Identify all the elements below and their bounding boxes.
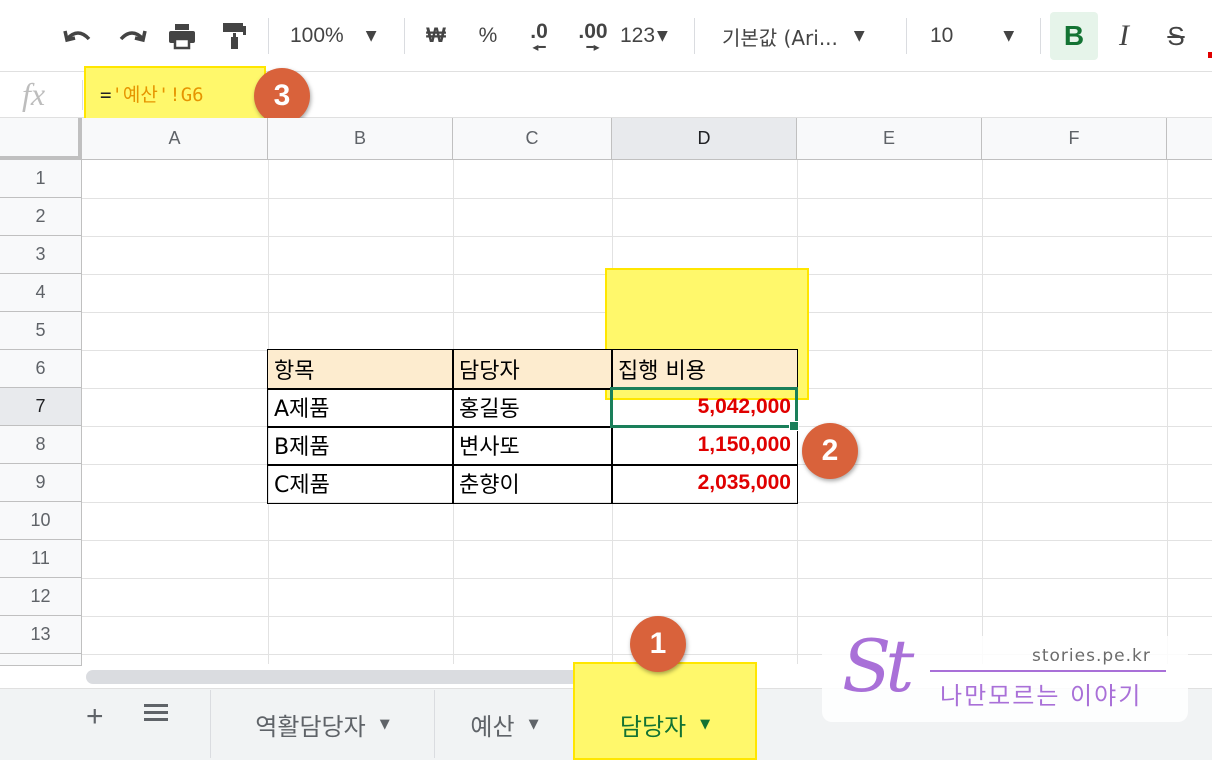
column-header-c[interactable]: C <box>453 118 612 160</box>
grid-line <box>82 502 1212 503</box>
all-sheets-icon[interactable] <box>144 704 168 728</box>
zoom-value: 100% <box>290 24 344 47</box>
row-header-14[interactable] <box>0 654 82 666</box>
chevron-down-icon: ▼ <box>700 716 711 732</box>
chevron-down-icon: ▼ <box>365 28 377 44</box>
undo-icon[interactable] <box>58 12 98 60</box>
table-cell-item[interactable]: B제품 <box>268 426 453 464</box>
chevron-down-icon: ▼ <box>657 28 668 44</box>
grid-line <box>82 578 1212 579</box>
watermark-tagline: 나만모르는 이야기 <box>940 682 1143 710</box>
chevron-down-icon: ▼ <box>1003 28 1015 44</box>
grid-line <box>82 616 1212 617</box>
column-header-f[interactable]: F <box>982 118 1167 160</box>
row-header-5[interactable]: 5 <box>0 312 82 350</box>
table-cell-cost[interactable]: 2,035,000 <box>612 464 797 502</box>
row-header-7[interactable]: 7 <box>0 388 82 426</box>
fill-handle[interactable] <box>789 421 799 431</box>
currency-format-button[interactable]: ₩ <box>418 12 454 60</box>
row-header-11[interactable]: 11 <box>0 540 82 578</box>
formula-reference: '예산'!G6 <box>111 84 204 106</box>
font-size-value: 10 <box>930 24 954 47</box>
chevron-down-icon: ▼ <box>528 716 539 732</box>
fx-icon: fx <box>22 76 46 112</box>
grid-line <box>82 540 1212 541</box>
table-header-owner[interactable]: 담당자 <box>453 350 612 388</box>
arrow-left-icon: ◂━ <box>532 40 546 54</box>
select-all-corner[interactable] <box>0 118 82 160</box>
step-badge-2: 2 <box>802 423 858 479</box>
text-color-indicator <box>1208 52 1212 58</box>
column-header-e[interactable]: E <box>797 118 982 160</box>
sheet-tab-label: 역활담당자 <box>255 712 366 741</box>
grid-line <box>82 236 1212 237</box>
grid-line <box>82 198 1212 199</box>
row-header-2[interactable]: 2 <box>0 198 82 236</box>
toolbar-divider <box>1040 18 1041 54</box>
formula-divider <box>82 80 83 110</box>
watermark-url: stories.pe.kr <box>1032 646 1151 666</box>
row-header-1[interactable]: 1 <box>0 160 82 198</box>
row-header-10[interactable]: 10 <box>0 502 82 540</box>
decrease-decimal-button[interactable]: .0 ◂━ <box>516 12 562 60</box>
row-header-4[interactable]: 4 <box>0 274 82 312</box>
toolbar: 100% ▼ ₩ % .0 ◂━ .00 ━▸ 123 ▼ 기본값 (Ari..… <box>0 0 1212 72</box>
toolbar-divider <box>268 18 269 54</box>
column-header-d[interactable]: D <box>612 118 797 160</box>
toolbar-divider <box>906 18 907 54</box>
table-header-item[interactable]: 항목 <box>268 350 453 388</box>
column-header-a[interactable]: A <box>82 118 268 160</box>
add-sheet-button[interactable]: + <box>86 700 104 734</box>
toolbar-divider <box>404 18 405 54</box>
font-family-value: 기본값 (Ari... <box>722 25 838 50</box>
table-cell-owner[interactable]: 홍길동 <box>453 388 612 426</box>
sheet-tab-budget[interactable]: 예산 ▼ <box>434 690 574 758</box>
redo-icon[interactable] <box>112 12 152 60</box>
percent-format-button[interactable]: % <box>470 12 506 60</box>
sheet-tab-label: 담당자 <box>619 712 687 741</box>
table-cell-owner[interactable]: 변사또 <box>453 426 612 464</box>
bold-button[interactable]: B <box>1050 12 1098 60</box>
italic-button[interactable]: I <box>1104 12 1144 60</box>
strikethrough-button[interactable]: S <box>1156 12 1196 60</box>
chevron-down-icon: ▼ <box>379 716 390 732</box>
row-header-8[interactable]: 8 <box>0 426 82 464</box>
font-family-select[interactable]: 기본값 (Ari... ▼ <box>722 12 894 60</box>
column-header-g[interactable] <box>1167 118 1212 160</box>
table-cell-item[interactable]: C제품 <box>268 464 453 502</box>
formula-input[interactable]: ='예산'!G6 <box>100 80 204 107</box>
active-cell-d7[interactable] <box>610 387 798 428</box>
zoom-select[interactable]: 100% ▼ <box>290 12 400 60</box>
chevron-down-icon: ▼ <box>853 28 865 44</box>
font-size-select[interactable]: 10 ▼ <box>930 12 1030 60</box>
step-badge-3: 3 <box>254 68 310 124</box>
number-format-label: 123 <box>620 24 656 47</box>
sheet-tab-label: 예산 <box>470 712 515 741</box>
increase-decimal-button[interactable]: .00 ━▸ <box>568 12 618 60</box>
column-header-b[interactable]: B <box>268 118 453 160</box>
table-header-cost[interactable]: 집행 비용 <box>612 350 797 388</box>
number-format-select[interactable]: 123 ▼ <box>620 12 682 60</box>
table-cell-cost[interactable]: 1,150,000 <box>612 426 797 464</box>
arrow-right-icon: ━▸ <box>586 40 600 54</box>
sheet-tab-owner[interactable]: 담당자 ▼ <box>573 662 757 760</box>
row-header-9[interactable]: 9 <box>0 464 82 502</box>
row-header-13[interactable]: 13 <box>0 616 82 654</box>
table-divider <box>267 464 798 466</box>
table-cell-item[interactable]: A제품 <box>268 388 453 426</box>
sheet-tab-roles[interactable]: 역활담당자 ▼ <box>210 690 434 758</box>
paint-format-icon[interactable] <box>214 12 254 60</box>
watermark-underline <box>930 670 1166 672</box>
row-header-3[interactable]: 3 <box>0 236 82 274</box>
print-icon[interactable] <box>162 12 202 60</box>
row-header-6[interactable]: 6 <box>0 350 82 388</box>
toolbar-divider <box>694 18 695 54</box>
table-cell-owner[interactable]: 춘향이 <box>453 464 612 502</box>
formula-equals: = <box>100 84 112 106</box>
step-badge-1: 1 <box>630 616 686 672</box>
watermark-logo: St <box>842 624 914 708</box>
row-header-12[interactable]: 12 <box>0 578 82 616</box>
